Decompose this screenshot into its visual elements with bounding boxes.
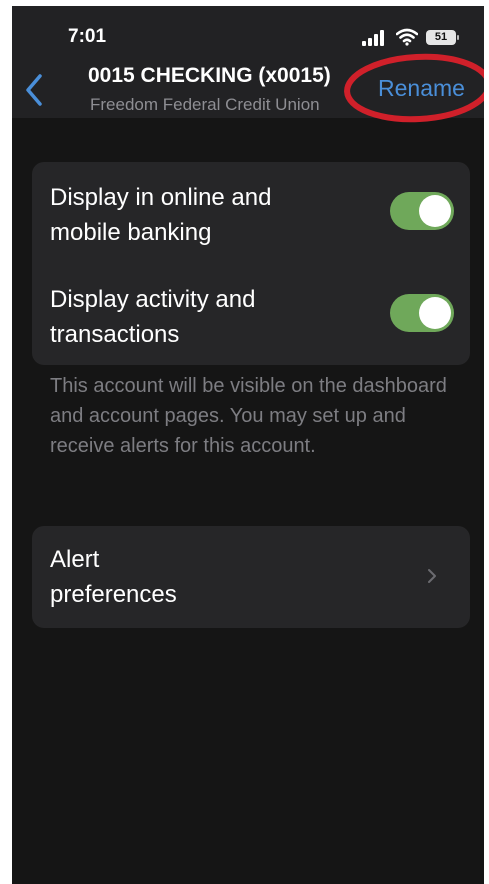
online-banking-label-line1: Display in online and	[50, 184, 272, 211]
alert-preferences-line2: preferences	[50, 581, 177, 608]
wifi-icon	[396, 28, 418, 46]
online-banking-toggle[interactable]	[390, 192, 454, 230]
chevron-right-icon	[428, 569, 436, 583]
activity-label: Display activity and transactions	[50, 282, 255, 352]
page-title: 0015 CHECKING (x0015)	[88, 64, 331, 87]
toggle-knob	[419, 195, 451, 227]
phone-screen: 7:01 51 0015 CHECKING (x0015) Freedom Fe…	[12, 6, 484, 884]
alert-preferences-line1: Alert	[50, 546, 100, 573]
activity-label-line2: transactions	[50, 321, 180, 348]
online-banking-label-line2: mobile banking	[50, 219, 212, 246]
page-subtitle: Freedom Federal Credit Union	[90, 95, 320, 114]
visibility-note: This account will be visible on the dash…	[50, 375, 447, 457]
signal-icon	[362, 30, 384, 46]
activity-toggle[interactable]	[390, 294, 454, 332]
online-banking-label: Display in online and mobile banking	[50, 180, 271, 250]
status-time: 7:01	[68, 26, 107, 47]
back-button[interactable]	[20, 70, 50, 110]
top-header: 7:01 51 0015 CHECKING (x0015) Freedom Fe…	[12, 6, 484, 123]
battery-tip	[457, 35, 459, 40]
rename-button[interactable]: Rename	[378, 75, 465, 102]
alert-preferences-label: Alert preferences	[50, 542, 250, 612]
battery-icon: 51	[426, 30, 456, 45]
activity-label-line1: Display activity and	[50, 286, 256, 313]
chevron-left-icon	[26, 74, 42, 106]
visibility-settings-card: Display in online and mobile banking Dis…	[32, 162, 470, 365]
alert-preferences-row[interactable]: Alert preferences	[32, 526, 470, 628]
toggle-knob	[419, 297, 451, 329]
status-icons: 51	[362, 28, 472, 48]
